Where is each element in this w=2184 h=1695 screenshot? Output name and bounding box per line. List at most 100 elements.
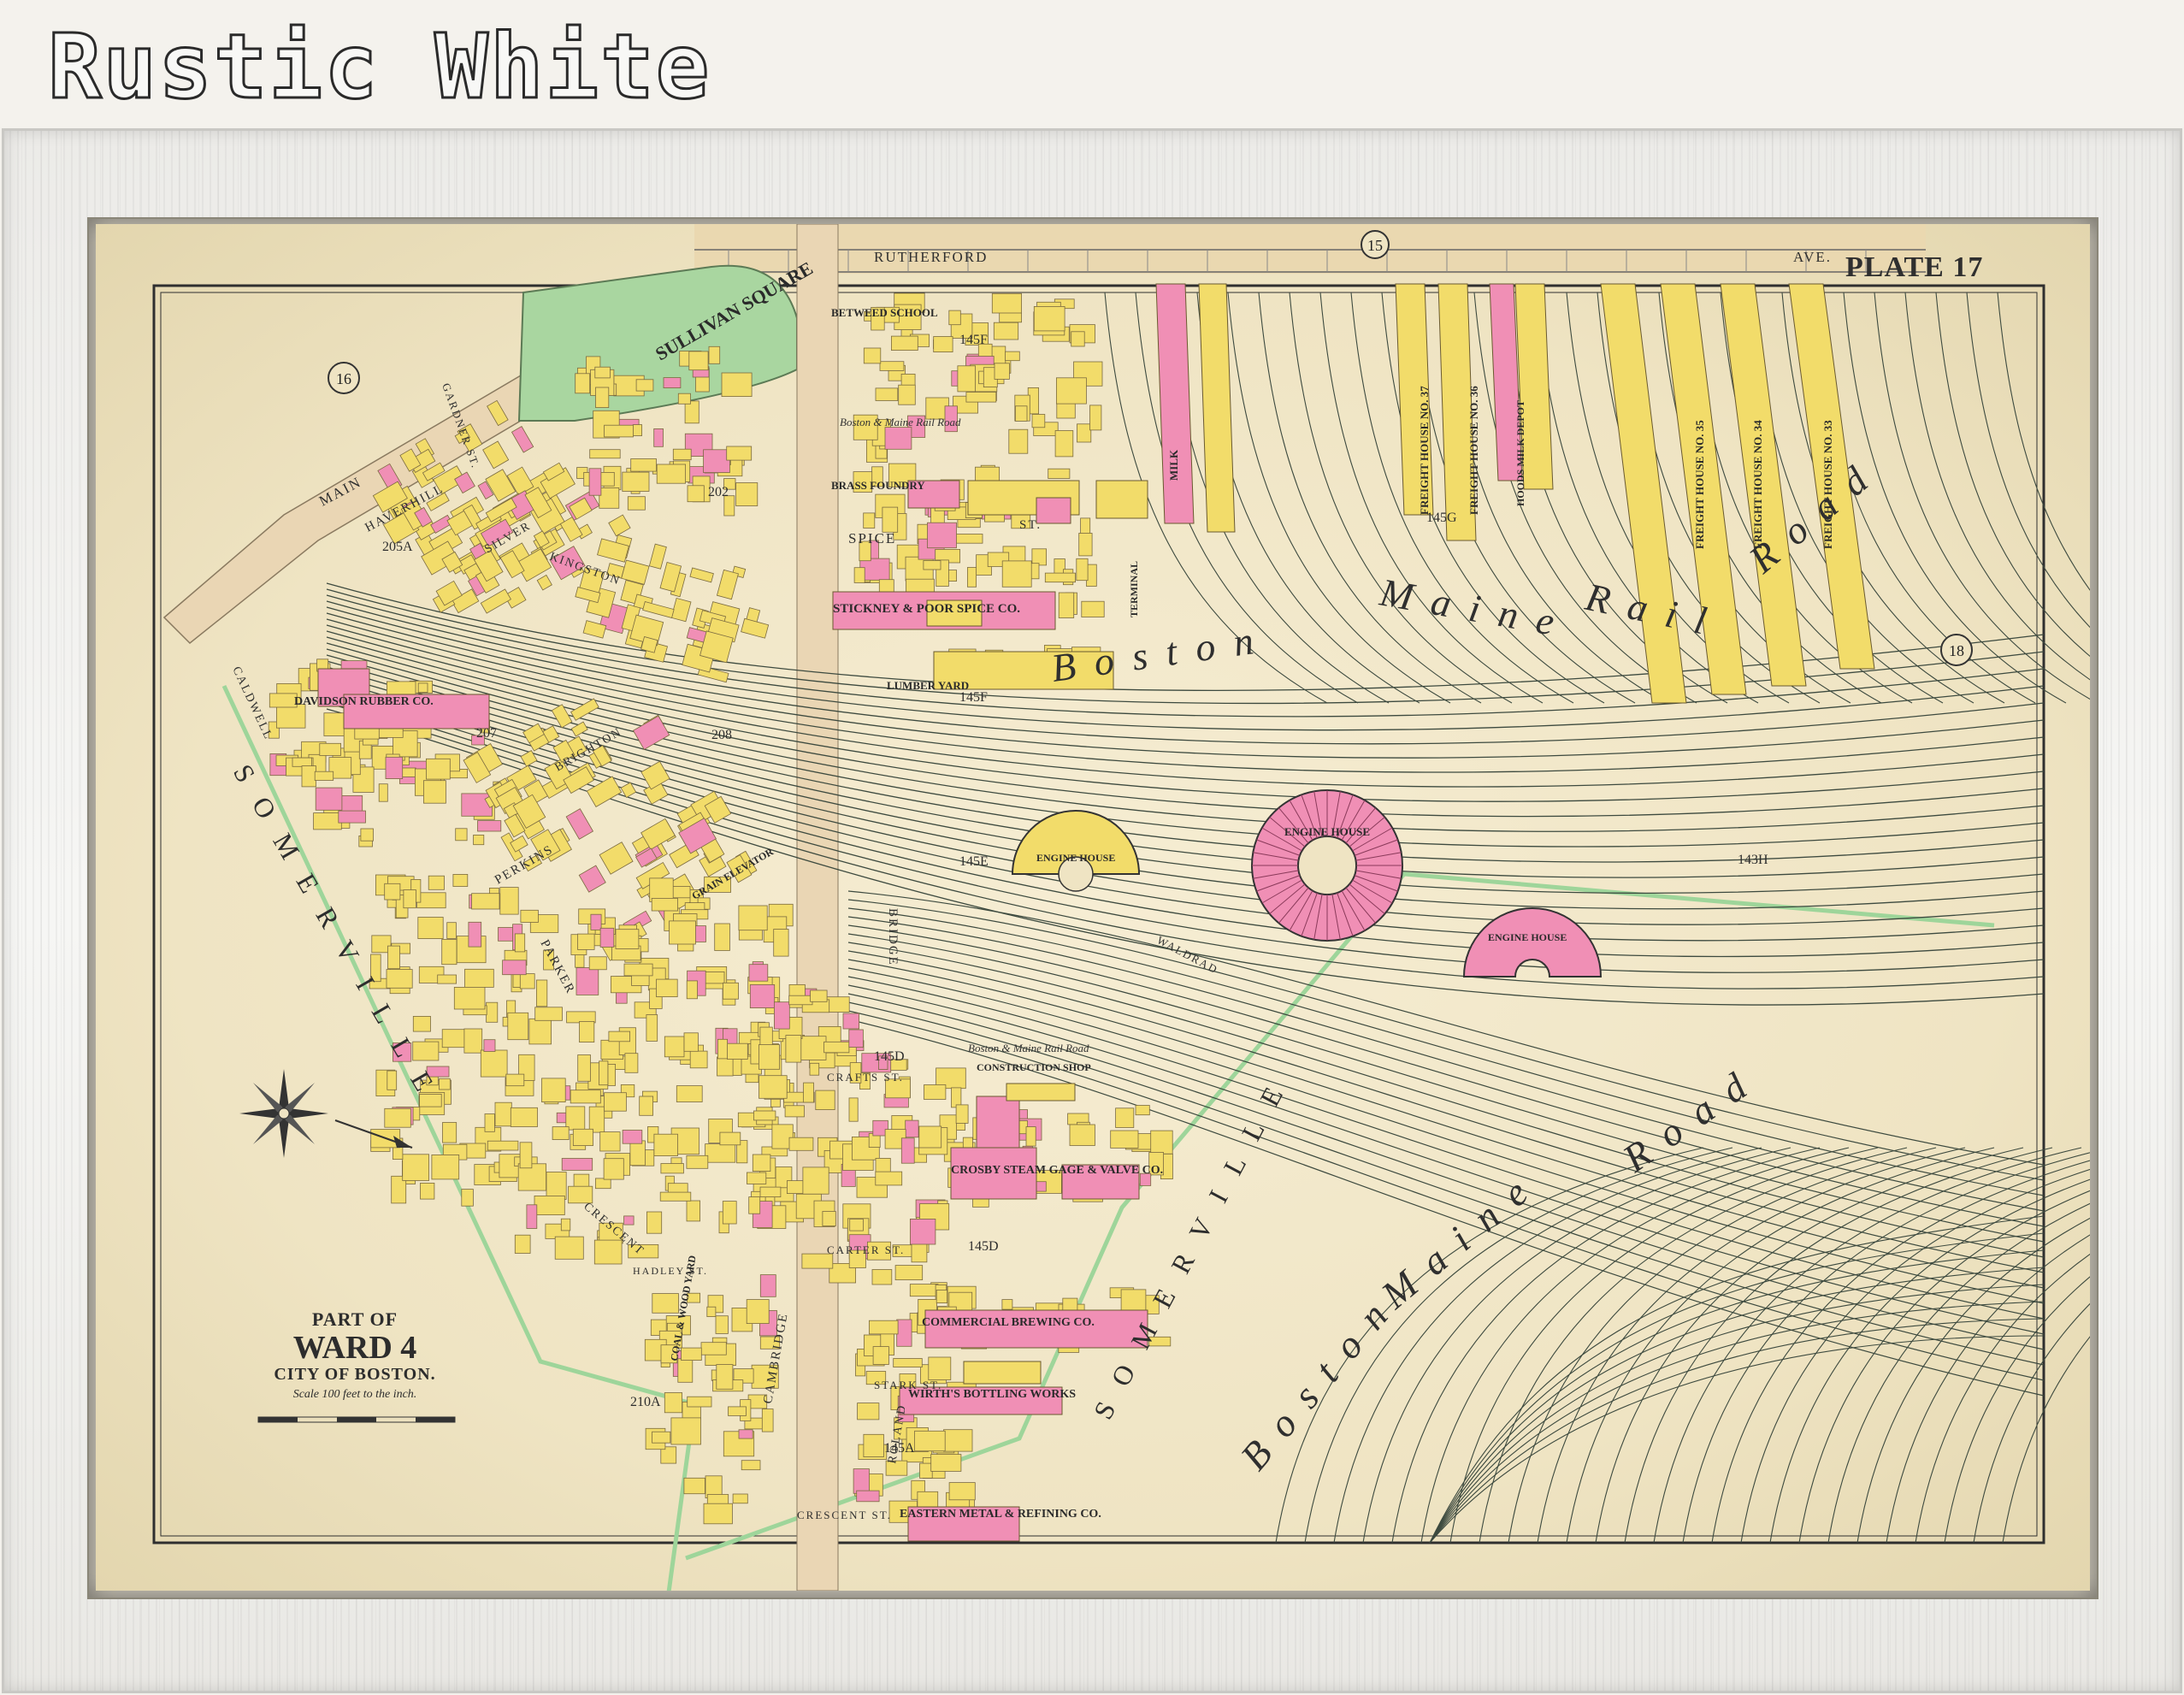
building: [882, 506, 899, 533]
building: [746, 1299, 770, 1324]
label-fh-37: FREIGHT HOUSE NO. 37: [1418, 386, 1431, 515]
building: [659, 1191, 692, 1202]
building: [785, 1035, 802, 1063]
building: [487, 1140, 519, 1151]
building: [623, 1215, 635, 1225]
building: [955, 1104, 969, 1124]
building: [486, 1001, 499, 1023]
building: [599, 1060, 609, 1086]
building: [387, 945, 400, 970]
building: [747, 1172, 767, 1184]
plate-ref-15-label: 15: [1367, 237, 1383, 254]
building: [622, 1130, 643, 1144]
building: [914, 1430, 946, 1452]
building: [1058, 592, 1075, 618]
building: [1008, 428, 1029, 454]
building: [629, 1140, 646, 1166]
building: [1081, 600, 1105, 617]
building: [761, 1409, 774, 1432]
label-milk: MILK: [1167, 449, 1180, 481]
building: [595, 387, 610, 409]
building: [758, 1044, 781, 1070]
building: [752, 1154, 771, 1172]
building: [686, 1155, 709, 1169]
building: [499, 887, 519, 915]
building: [442, 1122, 457, 1143]
building: [608, 514, 631, 537]
building: [656, 978, 678, 997]
building: [714, 923, 730, 951]
track-line: [1566, 1147, 1995, 1544]
building: [875, 387, 899, 401]
building: [507, 1012, 529, 1041]
building: [681, 1347, 702, 1361]
building: [741, 617, 770, 639]
building: [653, 1133, 678, 1156]
building: [534, 1196, 565, 1216]
track-line: [1362, 1147, 1791, 1544]
track-line: [1973, 1302, 2090, 1544]
building: [759, 1186, 782, 1197]
building: [461, 793, 493, 817]
building: [909, 1284, 939, 1297]
building: [863, 1433, 884, 1458]
building: [546, 1172, 567, 1200]
block-205a: 205A: [382, 540, 413, 554]
building: [589, 449, 621, 459]
track-line: [1333, 1147, 1762, 1544]
building: [1150, 1130, 1173, 1155]
label-stickney: STICKNEY & POOR SPICE CO.: [833, 602, 1020, 616]
building: [748, 964, 769, 982]
building: [464, 968, 494, 988]
track-line: [1915, 1254, 2090, 1544]
plate-ref-18: 18: [1940, 634, 1973, 666]
building: [622, 471, 650, 492]
building: [759, 1274, 776, 1297]
freight-shed: [1198, 283, 1236, 533]
building: [575, 373, 591, 394]
building: [642, 601, 675, 618]
block-145f: 145F: [959, 690, 988, 705]
street-rutherford: RUTHERFORD: [874, 249, 988, 265]
building: [360, 828, 374, 842]
plate-number: PLATE 17: [1845, 251, 1984, 283]
building: [741, 1460, 761, 1471]
building: [635, 379, 654, 392]
building: [510, 1107, 538, 1127]
building: [1089, 405, 1102, 431]
building: [576, 967, 599, 995]
building: [905, 1119, 919, 1138]
building: [716, 569, 739, 600]
building: [670, 1417, 701, 1445]
building: [863, 512, 876, 529]
building: [599, 842, 634, 875]
building: [748, 1196, 761, 1214]
building: [528, 1018, 552, 1045]
building: [417, 917, 444, 940]
building: [1005, 351, 1020, 362]
building: [788, 995, 813, 1006]
label-engine-house-1: ENGINE HOUSE: [1284, 825, 1370, 838]
street-st: ST.: [1019, 518, 1042, 532]
building: [514, 933, 526, 953]
building: [842, 1013, 860, 1030]
building: [930, 1454, 962, 1472]
label-crosby: CROSBY STEAM GAGE & VALVE CO.: [951, 1164, 1163, 1177]
building: [627, 496, 646, 511]
building: [473, 835, 485, 846]
building: [957, 365, 977, 393]
building: [652, 1431, 671, 1444]
building: [452, 874, 469, 887]
street-bridge: BRIDGE: [886, 908, 900, 966]
cartouche-scale: Scale 100 feet to the inch.: [292, 1388, 417, 1401]
building: [689, 1050, 708, 1069]
track-line: [1653, 1147, 2082, 1544]
building: [578, 865, 606, 893]
label-commercial-brewing: COMMERCIAL BREWING CO.: [922, 1316, 1095, 1329]
building: [502, 960, 527, 976]
building: [688, 351, 709, 371]
building: [319, 742, 341, 756]
building: [315, 787, 343, 811]
building: [853, 1468, 870, 1494]
building: [387, 1070, 398, 1090]
